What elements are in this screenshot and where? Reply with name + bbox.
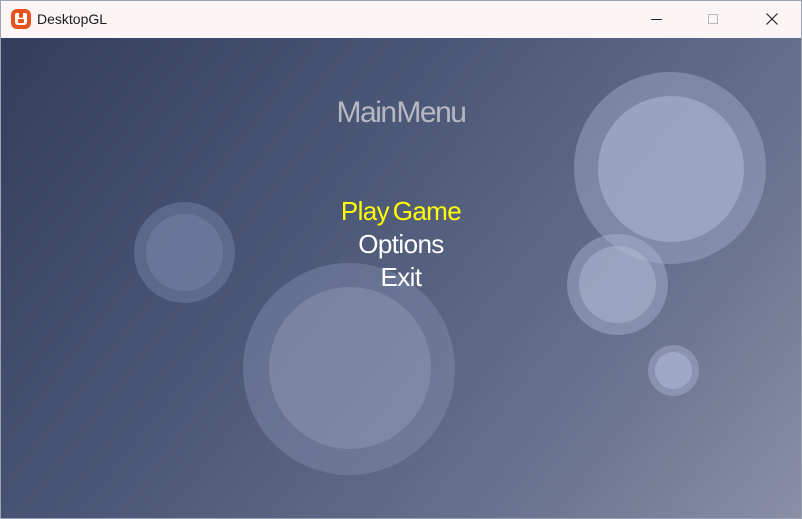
close-icon bbox=[766, 13, 778, 25]
minimize-button[interactable] bbox=[627, 1, 685, 38]
background-bubble bbox=[243, 263, 455, 475]
app-window: DesktopGL Main Menu Play Game Options Ex… bbox=[0, 0, 802, 519]
maximize-button[interactable] bbox=[685, 1, 743, 38]
maximize-icon bbox=[708, 14, 718, 24]
game-viewport[interactable]: Main Menu Play Game Options Exit bbox=[1, 38, 801, 518]
menu-item-play-game[interactable]: Play Game bbox=[1, 196, 801, 226]
title-bar[interactable]: DesktopGL bbox=[1, 1, 801, 38]
menu-item-options[interactable]: Options bbox=[1, 229, 801, 259]
window-title: DesktopGL bbox=[37, 11, 108, 27]
menu-item-exit[interactable]: Exit bbox=[1, 262, 801, 292]
background-bubble bbox=[648, 345, 699, 396]
menu-title: Main Menu bbox=[336, 96, 467, 129]
minimize-icon bbox=[651, 19, 662, 20]
monogame-logo-icon bbox=[11, 9, 31, 29]
close-button[interactable] bbox=[743, 1, 801, 38]
